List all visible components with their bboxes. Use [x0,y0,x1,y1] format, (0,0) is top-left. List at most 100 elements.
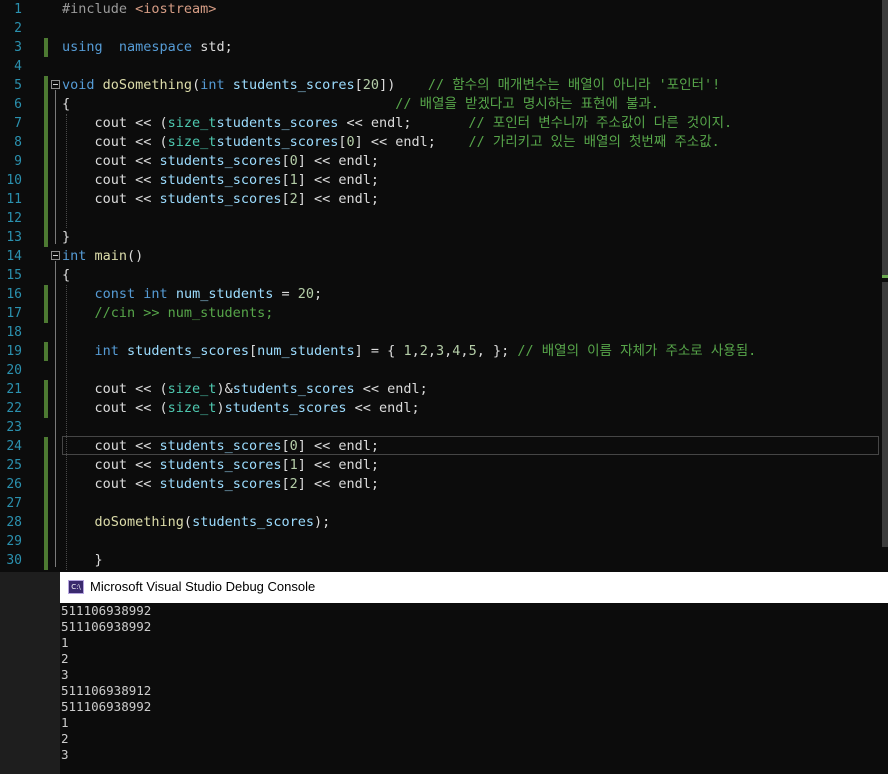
code-line[interactable]: 28 doSomething(students_scores); [0,513,888,532]
code-line[interactable]: 16 const int num_students = 20; [0,285,888,304]
code-line[interactable]: 3 using namespace std; [0,38,888,57]
code-line[interactable]: 22 cout << (size_t)students_scores << en… [0,399,888,418]
code-text: doSomething(students_scores); [62,513,331,532]
code-line[interactable]: 7 cout << (size_tstudents_scores << endl… [0,114,888,133]
scrollbar-marker[interactable] [882,275,888,278]
console-title-bar[interactable]: C:\ Microsoft Visual Studio Debug Consol… [60,572,888,603]
code-line[interactable]: 18 [0,323,888,342]
code-token: int [143,286,168,302]
code-line[interactable]: 30 } [0,551,888,570]
console-output: 511106938992 511106938992 1 2 3 511106938912 5… [61,603,151,763]
code-editor[interactable]: 1 #include <iostream> 2 3 using namespace st… [0,0,888,572]
line-number: 5 [14,78,22,93]
code-line[interactable]: 21 cout << (size_t)&students_scores << e… [0,380,888,399]
console-output-line: 511106938992 [61,699,152,714]
code-line[interactable]: 12 [0,209,888,228]
scrollbar-marker[interactable] [882,282,888,547]
code-text: cout << students_scores[0] << endl; [62,152,380,171]
code-text: void doSomething(int students_scores[20]… [62,76,720,95]
code-line[interactable]: 15 { [0,266,888,285]
code-line[interactable]: 10 cout << students_scores[1] << endl; [0,171,888,190]
code-token: students_scores [159,172,282,188]
code-token: <iostream> [135,1,217,17]
code-text: int main() [62,247,143,266]
code-token: cout << [62,191,160,207]
code-token: students_scores [127,343,249,359]
code-token: cout << ( [62,381,168,397]
code-line[interactable]: 11 cout << students_scores[2] << endl; [0,190,888,209]
code-line[interactable]: 27 [0,494,888,513]
code-line[interactable]: 9 cout << students_scores[0] << endl; [0,152,888,171]
code-token: namespace [118,39,193,55]
code-line[interactable]: 20 [0,361,888,380]
code-line[interactable]: 5 void doSomething(int students_scores[20… [0,76,888,95]
code-line[interactable]: 2 [0,19,888,38]
code-token: { [62,267,71,283]
code-token: size_t [167,400,217,416]
code-token: 20 [362,77,380,93]
line-number: 10 [6,173,22,188]
code-line[interactable]: 1 #include <iostream> [0,0,888,19]
collapse-icon[interactable] [51,251,60,260]
line-number: 18 [6,325,22,340]
code-line[interactable]: 4 [0,57,888,76]
code-token: students_scores [216,134,339,150]
code-line[interactable]: 19 int students_scores[num_students] = {… [0,342,888,361]
console-output-line: 511106938912 [61,683,152,698]
code-token: doSomething [94,514,184,530]
line-number: 23 [6,420,22,435]
line-number: 15 [6,268,22,283]
code-token: students_scores [192,514,314,530]
collapse-icon[interactable] [51,80,60,89]
code-token: size_t [167,115,217,131]
line-number: 14 [6,249,22,264]
line-number: 1 [14,2,22,17]
code-token: ( [183,514,193,530]
code-line[interactable]: 23 [0,418,888,437]
console-output-line: 1 [61,635,69,650]
code-token: , [460,343,469,359]
code-line[interactable]: 29 [0,532,888,551]
line-number: 8 [14,135,22,150]
code-line[interactable]: 26 cout << students_scores[2] << endl; [0,475,888,494]
code-token: 2 [419,343,428,359]
code-token: #include [62,1,136,17]
code-line[interactable]: 14 int main() [0,247,888,266]
fold-region-line [55,261,56,567]
line-number: 27 [6,496,22,511]
line-number: 29 [6,534,22,549]
code-token: size_t [167,134,217,150]
code-token: } [62,229,71,245]
code-token: students_scores [159,153,282,169]
code-text: } [62,228,70,247]
line-number: 20 [6,363,22,378]
line-number: 30 [6,553,22,568]
code-text: cout << (size_tstudents_scores[0] << end… [62,133,720,152]
code-token: doSomething [102,77,193,93]
code-token: ) [216,400,225,416]
console-output-line: 1 [61,715,69,730]
line-number: 21 [6,382,22,397]
code-line[interactable]: 13} [0,228,888,247]
code-line[interactable]: 25 cout << students_scores[1] << endl; [0,456,888,475]
code-token: << endl; [354,381,428,397]
line-number: 4 [14,59,22,74]
debug-console-window[interactable]: C:\ Microsoft Visual Studio Debug Consol… [60,572,888,774]
console-app-icon: C:\ [68,580,84,594]
code-token: [ [281,457,290,473]
code-token: = [273,286,298,302]
code-line[interactable]: 17 //cin >> num_students; [0,304,888,323]
code-text: cout << students_scores[2] << endl; [62,190,380,209]
console-output-line: 511106938992 [61,619,152,634]
code-token: ] << endl; [297,476,380,492]
scrollbar-marker[interactable] [882,0,888,275]
code-line[interactable]: 6 { // 배열을 받겠다고 명시하는 표현에 불과. [0,95,888,114]
code-line[interactable]: 8 cout << (size_tstudents_scores[0] << e… [0,133,888,152]
code-token: cout << ( [62,400,168,416]
code-token: { [62,96,396,112]
console-output-line: 2 [61,731,69,746]
current-line-highlight [62,436,879,455]
